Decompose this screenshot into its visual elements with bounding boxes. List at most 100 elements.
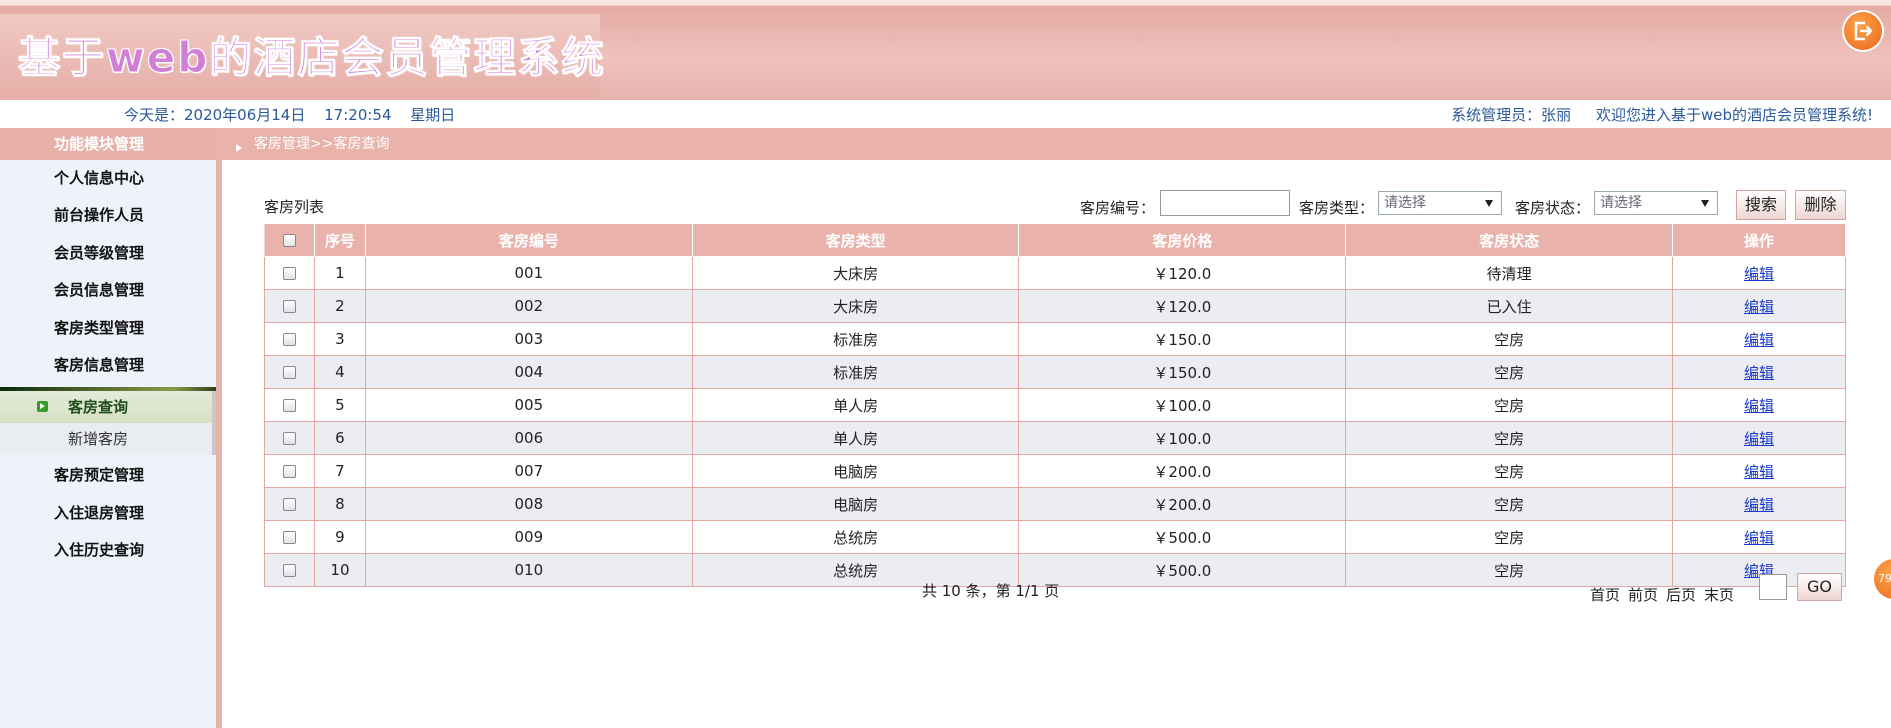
room-no-cell: 008: [364, 487, 693, 521]
row-checkbox[interactable]: [282, 300, 296, 313]
sidebar-item-room-info[interactable]: 客房信息管理: [0, 347, 216, 384]
logout-button[interactable]: [1844, 12, 1882, 50]
seq-cell: 10: [313, 553, 366, 587]
seq-cell: 3: [313, 322, 366, 356]
table-row: 3 003 标准房 ￥150.0 空房 编辑: [264, 322, 1846, 356]
row-select-cell: [264, 388, 315, 422]
room-price-cell: ￥200.0: [1018, 487, 1347, 521]
table-row: 8 008 电脑房 ￥200.0 空房 编辑: [264, 487, 1846, 521]
room-type-cell: 电脑房: [691, 454, 1020, 488]
edit-link[interactable]: 编辑: [1744, 529, 1774, 547]
pager-first[interactable]: 首页: [1590, 584, 1620, 605]
row-checkbox[interactable]: [282, 366, 296, 379]
row-select-cell: [264, 454, 315, 488]
action-cell: 编辑: [1672, 520, 1846, 554]
row-select-cell: [264, 256, 315, 290]
row-checkbox[interactable]: [282, 498, 296, 511]
room-price-cell: ￥150.0: [1018, 355, 1347, 389]
sidebar-item-checkin-checkout[interactable]: 入住退房管理: [0, 495, 216, 532]
seq-cell: 6: [313, 421, 366, 455]
row-select-cell: [264, 487, 315, 521]
room-no-cell: 003: [364, 322, 693, 356]
column-header: 操作: [1672, 223, 1846, 257]
action-cell: 编辑: [1672, 322, 1846, 356]
sidebar-title: 功能模块管理: [0, 128, 216, 160]
room-price-cell: ￥100.0: [1018, 421, 1347, 455]
breadcrumb: 客房管理>>客房查询: [222, 128, 1891, 160]
action-cell: 编辑: [1672, 487, 1846, 521]
pager-prev[interactable]: 前页: [1628, 584, 1658, 605]
edit-link[interactable]: 编辑: [1744, 463, 1774, 481]
column-header: 序号: [313, 223, 366, 257]
floating-widget-value: 79: [1878, 572, 1891, 585]
seq-cell: 9: [313, 520, 366, 554]
edit-link[interactable]: 编辑: [1744, 430, 1774, 448]
room-status-cell: 空房: [1345, 454, 1674, 488]
delete-button[interactable]: 删除: [1795, 190, 1846, 220]
pager-next[interactable]: 后页: [1666, 584, 1696, 605]
column-header: 客房编号: [364, 223, 693, 257]
page-number-input[interactable]: [1759, 574, 1787, 600]
seq-cell: 8: [313, 487, 366, 521]
edit-link[interactable]: 编辑: [1744, 496, 1774, 514]
column-header: 客房状态: [1345, 223, 1674, 257]
room-no-cell: 002: [364, 289, 693, 323]
sidebar-item-member-info[interactable]: 会员信息管理: [0, 272, 216, 309]
edit-link[interactable]: 编辑: [1744, 298, 1774, 316]
room-status-cell: 待清理: [1345, 256, 1674, 290]
room-type-cell: 电脑房: [691, 487, 1020, 521]
clock-time: 17:20:54: [324, 106, 392, 124]
room-type-select[interactable]: 请选择: [1378, 191, 1502, 215]
pager-summary: 共 10 条，第 1/1 页: [922, 582, 1060, 600]
room-status-cell: 空房: [1345, 553, 1674, 587]
table-row: 2 002 大床房 ￥120.0 已入住 编辑: [264, 289, 1846, 323]
breadcrumb-arrow-icon: [236, 144, 242, 152]
table-row: 4 004 标准房 ￥150.0 空房 编辑: [264, 355, 1846, 389]
date-time: 今天是：2020年06月14日 17:20:54 星期日: [124, 104, 469, 125]
submenu-item-room-query[interactable]: 客房查询: [0, 391, 216, 423]
room-no-input[interactable]: [1160, 190, 1290, 216]
room-no-cell: 005: [364, 388, 693, 422]
sidebar-item-personal-info[interactable]: 个人信息中心: [0, 160, 216, 197]
action-cell: 编辑: [1672, 388, 1846, 422]
row-select-cell: [264, 421, 315, 455]
room-no-label: 客房编号：: [1080, 199, 1156, 217]
row-checkbox[interactable]: [282, 564, 296, 577]
table-row: 1 001 大床房 ￥120.0 待清理 编辑: [264, 256, 1846, 290]
sidebar-item-member-levels[interactable]: 会员等级管理: [0, 235, 216, 272]
row-checkbox[interactable]: [282, 465, 296, 478]
edit-link[interactable]: 编辑: [1744, 364, 1774, 382]
row-checkbox[interactable]: [282, 267, 296, 280]
go-button[interactable]: GO: [1797, 573, 1842, 601]
weekday: 星期日: [410, 106, 456, 124]
edit-link[interactable]: 编辑: [1744, 331, 1774, 349]
row-checkbox[interactable]: [282, 333, 296, 346]
room-status-select[interactable]: 请选择: [1594, 191, 1718, 215]
submenu-item-add-room[interactable]: 新增客房: [0, 423, 216, 455]
sidebar-item-checkin-history[interactable]: 入住历史查询: [0, 532, 216, 569]
action-cell: 编辑: [1672, 421, 1846, 455]
seq-cell: 7: [313, 454, 366, 488]
seq-cell: 1: [313, 256, 366, 290]
sidebar-item-room-booking[interactable]: 客房预定管理: [0, 457, 216, 494]
room-type-cell: 单人房: [691, 421, 1020, 455]
submenu-label: 客房查询: [68, 398, 129, 416]
row-checkbox[interactable]: [282, 399, 296, 412]
room-no-cell: 010: [364, 553, 693, 587]
pager-last[interactable]: 末页: [1704, 584, 1734, 605]
room-status-cell: 空房: [1345, 487, 1674, 521]
search-button[interactable]: 搜索: [1736, 190, 1786, 220]
sidebar-item-room-types[interactable]: 客房类型管理: [0, 310, 216, 347]
row-checkbox[interactable]: [282, 531, 296, 544]
edit-link[interactable]: 编辑: [1744, 265, 1774, 283]
room-price-cell: ￥100.0: [1018, 388, 1347, 422]
edit-link[interactable]: 编辑: [1744, 397, 1774, 415]
sidebar-item-front-desk-staff[interactable]: 前台操作人员: [0, 197, 216, 234]
room-no-cell: 001: [364, 256, 693, 290]
select-all-checkbox[interactable]: [282, 234, 296, 247]
room-status-cell: 空房: [1345, 388, 1674, 422]
logout-icon: [1854, 21, 1873, 41]
room-type-cell: 单人房: [691, 388, 1020, 422]
row-checkbox[interactable]: [282, 432, 296, 445]
user-info: 系统管理员：张丽 欢迎您进入基于web的酒店会员管理系统!: [1431, 104, 1873, 125]
